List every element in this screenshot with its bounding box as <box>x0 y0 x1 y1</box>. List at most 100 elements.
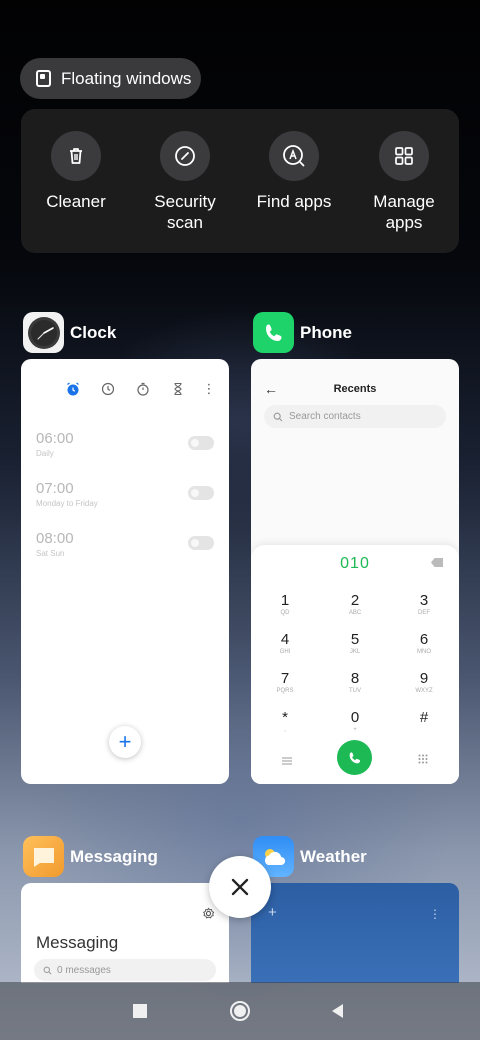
clock-toolbar: ⋮ <box>21 381 229 399</box>
phone-app-card[interactable]: ← Recents Search contacts 010 1 QD 2 ABC 3… <box>251 359 459 784</box>
dial-key[interactable]: 4 GHI <box>265 632 305 656</box>
key-letters: + <box>353 727 357 733</box>
recents-button[interactable] <box>110 982 170 1040</box>
key-letters: TUV <box>349 688 361 694</box>
add-city-icon[interactable]: + <box>268 904 277 921</box>
key-letters: ABC <box>348 610 362 616</box>
square-icon <box>133 1004 147 1018</box>
key-letters: QD <box>280 610 290 616</box>
key-letters: GHI <box>279 649 291 655</box>
manage-apps-line2: apps <box>385 213 423 232</box>
alarm-repeat: Monday to Friday <box>36 499 98 508</box>
search-contacts-placeholder: Search contacts <box>289 411 361 422</box>
messaging-app-header[interactable]: Messaging <box>23 836 158 877</box>
key-digit: 4 <box>280 631 290 648</box>
weather-app-name: Weather <box>300 846 367 866</box>
trash-icon <box>51 131 101 181</box>
floating-window-icon <box>36 70 51 87</box>
key-digit: 2 <box>350 592 360 609</box>
key-digit: 8 <box>350 670 360 687</box>
dial-key[interactable]: # <box>404 710 444 726</box>
stopwatch-tab-icon[interactable] <box>135 381 151 397</box>
manage-apps-line1: Manage <box>373 192 435 211</box>
phone-icon <box>349 751 360 763</box>
weather-app-card[interactable]: + ⋮ <box>251 883 459 983</box>
key-letters: PQRS <box>276 688 294 694</box>
grid-icon <box>379 131 429 181</box>
weather-app-header[interactable]: Weather <box>253 836 367 877</box>
security-scan-line1: Security <box>154 192 216 211</box>
manage-apps-button[interactable]: Manage apps <box>349 131 459 233</box>
cleaner-label: Cleaner <box>46 192 106 211</box>
quick-tools-panel: Cleaner Security scan Find apps Manage a… <box>21 109 459 253</box>
key-digit: 5 <box>350 631 360 648</box>
phone-title: Recents <box>333 383 377 395</box>
dial-key[interactable]: 9 WXYZ <box>404 671 444 695</box>
dial-key[interactable]: 5 JKL <box>335 632 375 656</box>
key-digit: 6 <box>419 631 429 648</box>
close-icon <box>231 878 249 896</box>
dialpad-toggle-icon[interactable] <box>418 751 428 769</box>
key-digit: 9 <box>419 670 429 687</box>
dial-key[interactable]: 6 MNO <box>404 632 444 656</box>
dial-key[interactable]: *, <box>265 710 305 734</box>
phone-app-icon <box>253 312 294 353</box>
find-apps-button[interactable]: Find apps <box>239 131 349 212</box>
clock-app-icon <box>23 312 64 353</box>
security-scan-line2: scan <box>167 213 203 232</box>
dial-key[interactable]: 2 ABC <box>335 593 375 617</box>
messaging-app-card[interactable]: Messaging 0 messages <box>21 883 229 983</box>
menu-icon[interactable] <box>282 752 292 770</box>
message-search-input[interactable]: 0 messages <box>34 959 216 981</box>
alarm-row[interactable]: 07:00 Monday to Friday <box>36 480 214 508</box>
alarm-tab-icon[interactable] <box>65 381 81 397</box>
key-letters: JKL <box>349 649 361 655</box>
back-triangle-icon <box>332 1004 343 1018</box>
clock-app-card[interactable]: ⋮ 06:00 Daily 07:00 Monday to Friday 08:… <box>21 359 229 784</box>
manage-apps-label: Manage apps <box>349 191 459 233</box>
alarm-repeat: Daily <box>36 449 54 458</box>
dial-key[interactable]: 7 PQRS <box>265 671 305 695</box>
alarm-toggle[interactable] <box>188 486 214 500</box>
alarm-row[interactable]: 08:00 Sat Sun <box>36 530 214 558</box>
messaging-title: Messaging <box>36 933 119 952</box>
world-clock-tab-icon[interactable] <box>100 381 116 397</box>
alarm-row[interactable]: 06:00 Daily <box>36 430 214 458</box>
back-button[interactable] <box>308 982 368 1040</box>
dialed-number: 010 <box>340 555 370 572</box>
cleaner-button[interactable]: Cleaner <box>21 131 131 212</box>
search-contacts-input[interactable]: Search contacts <box>264 405 446 428</box>
shield-scan-icon <box>160 131 210 181</box>
call-button[interactable] <box>337 740 372 775</box>
dial-key[interactable]: 1 QD <box>265 593 305 617</box>
add-alarm-button[interactable]: + <box>109 726 141 758</box>
dial-key[interactable]: 0 + <box>335 710 375 734</box>
home-circle-icon <box>230 1001 250 1021</box>
key-digit: # <box>419 709 429 726</box>
settings-gear-icon[interactable] <box>202 907 215 925</box>
key-digit: 7 <box>280 670 290 687</box>
clock-app-header[interactable]: Clock <box>23 312 116 353</box>
alarm-toggle[interactable] <box>188 436 214 450</box>
clock-app-name: Clock <box>70 322 117 342</box>
key-digit: 1 <box>280 592 290 609</box>
weather-more-icon[interactable]: ⋮ <box>429 907 441 921</box>
dial-key[interactable]: 3 DEF <box>404 593 444 617</box>
security-scan-button[interactable]: Security scan <box>130 131 240 233</box>
floating-windows-button[interactable]: Floating windows <box>20 58 201 99</box>
phone-app-header[interactable]: Phone <box>253 312 352 353</box>
navigation-bar <box>0 982 480 1040</box>
phone-header: ← Recents <box>251 381 459 399</box>
clock-more-icon[interactable]: ⋮ <box>201 381 217 397</box>
timer-tab-icon[interactable] <box>170 381 186 397</box>
key-letters: DEF <box>418 610 430 616</box>
dial-key[interactable]: 8 TUV <box>335 671 375 695</box>
close-all-button[interactable] <box>209 856 271 918</box>
home-button[interactable] <box>210 982 270 1040</box>
find-apps-label: Find apps <box>256 192 332 211</box>
alarm-toggle[interactable] <box>188 536 214 550</box>
key-digit: 0 <box>350 709 360 726</box>
key-letters: WXYZ <box>415 688 433 694</box>
key-digit: * <box>282 709 288 726</box>
key-digit: 3 <box>419 592 429 609</box>
